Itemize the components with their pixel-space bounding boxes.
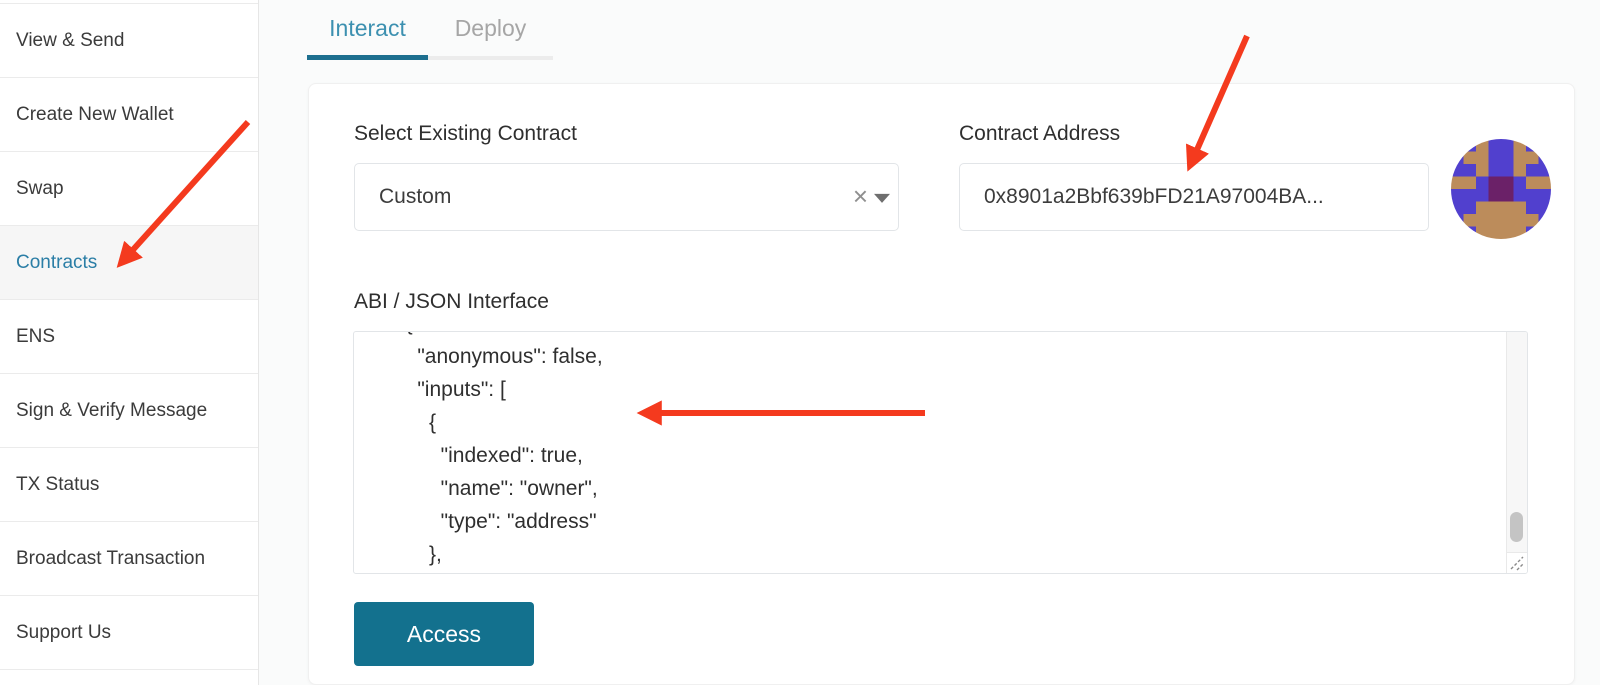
selected-contract-value: Custom <box>355 185 451 209</box>
contract-interact-panel: Select Existing Contract Custom × Contra… <box>308 83 1575 685</box>
chevron-down-icon[interactable] <box>874 194 890 203</box>
abi-scrollbar-track[interactable] <box>1506 332 1527 552</box>
sidebar-item-label: Swap <box>16 178 64 200</box>
sidebar-item-sign-verify-message[interactable]: Sign & Verify Message <box>0 373 258 447</box>
contract-address-value: 0x8901a2Bbf639bFD21A97004BA... <box>960 185 1324 209</box>
tab-interact[interactable]: Interact <box>307 0 428 60</box>
sidebar-item-contracts[interactable]: Contracts <box>0 225 258 299</box>
sidebar-item-ens[interactable]: ENS <box>0 299 258 373</box>
abi-textarea-content: { "anonymous": false, "inputs": [ { "ind… <box>394 331 1527 571</box>
access-button[interactable]: Access <box>354 602 534 666</box>
select-existing-contract-label: Select Existing Contract <box>354 122 577 146</box>
sidebar-item-label: Sign & Verify Message <box>16 400 207 422</box>
sidebar-item-label: Support Us <box>16 622 111 644</box>
sidebar-item-label: TX Status <box>16 474 99 496</box>
resize-handle-icon[interactable] <box>1506 552 1527 573</box>
abi-scrollbar-thumb[interactable] <box>1510 512 1523 542</box>
clear-selection-icon[interactable]: × <box>853 183 868 209</box>
sidebar-item-broadcast-transaction[interactable]: Broadcast Transaction <box>0 521 258 595</box>
tab-deploy[interactable]: Deploy <box>428 0 553 60</box>
sidebar-item-swap[interactable]: Swap <box>0 151 258 225</box>
sidebar: View & Send Create New Wallet Swap Contr… <box>0 0 259 685</box>
sidebar-item-label: Create New Wallet <box>16 104 174 126</box>
sidebar-item-create-new-wallet[interactable]: Create New Wallet <box>0 77 258 151</box>
sidebar-item-support-us[interactable]: Support Us <box>0 595 258 669</box>
sidebar-item-label: Contracts <box>16 252 97 274</box>
address-identicon <box>1451 139 1551 239</box>
sidebar-item-label: View & Send <box>16 30 124 52</box>
sidebar-item-view-send[interactable]: View & Send <box>0 3 258 77</box>
sidebar-item-tx-status[interactable]: TX Status <box>0 447 258 521</box>
abi-textarea[interactable]: { "anonymous": false, "inputs": [ { "ind… <box>353 331 1528 574</box>
sidebar-item-label: ENS <box>16 326 55 348</box>
sidebar-item-label: Broadcast Transaction <box>16 548 205 570</box>
existing-contract-select[interactable]: Custom × <box>354 163 899 231</box>
abi-json-interface-label: ABI / JSON Interface <box>354 290 549 314</box>
contract-address-input[interactable]: 0x8901a2Bbf639bFD21A97004BA... <box>959 163 1429 231</box>
tab-bar: Interact Deploy <box>307 0 553 60</box>
sidebar-item-partial <box>0 669 258 683</box>
contract-address-label: Contract Address <box>959 122 1120 146</box>
